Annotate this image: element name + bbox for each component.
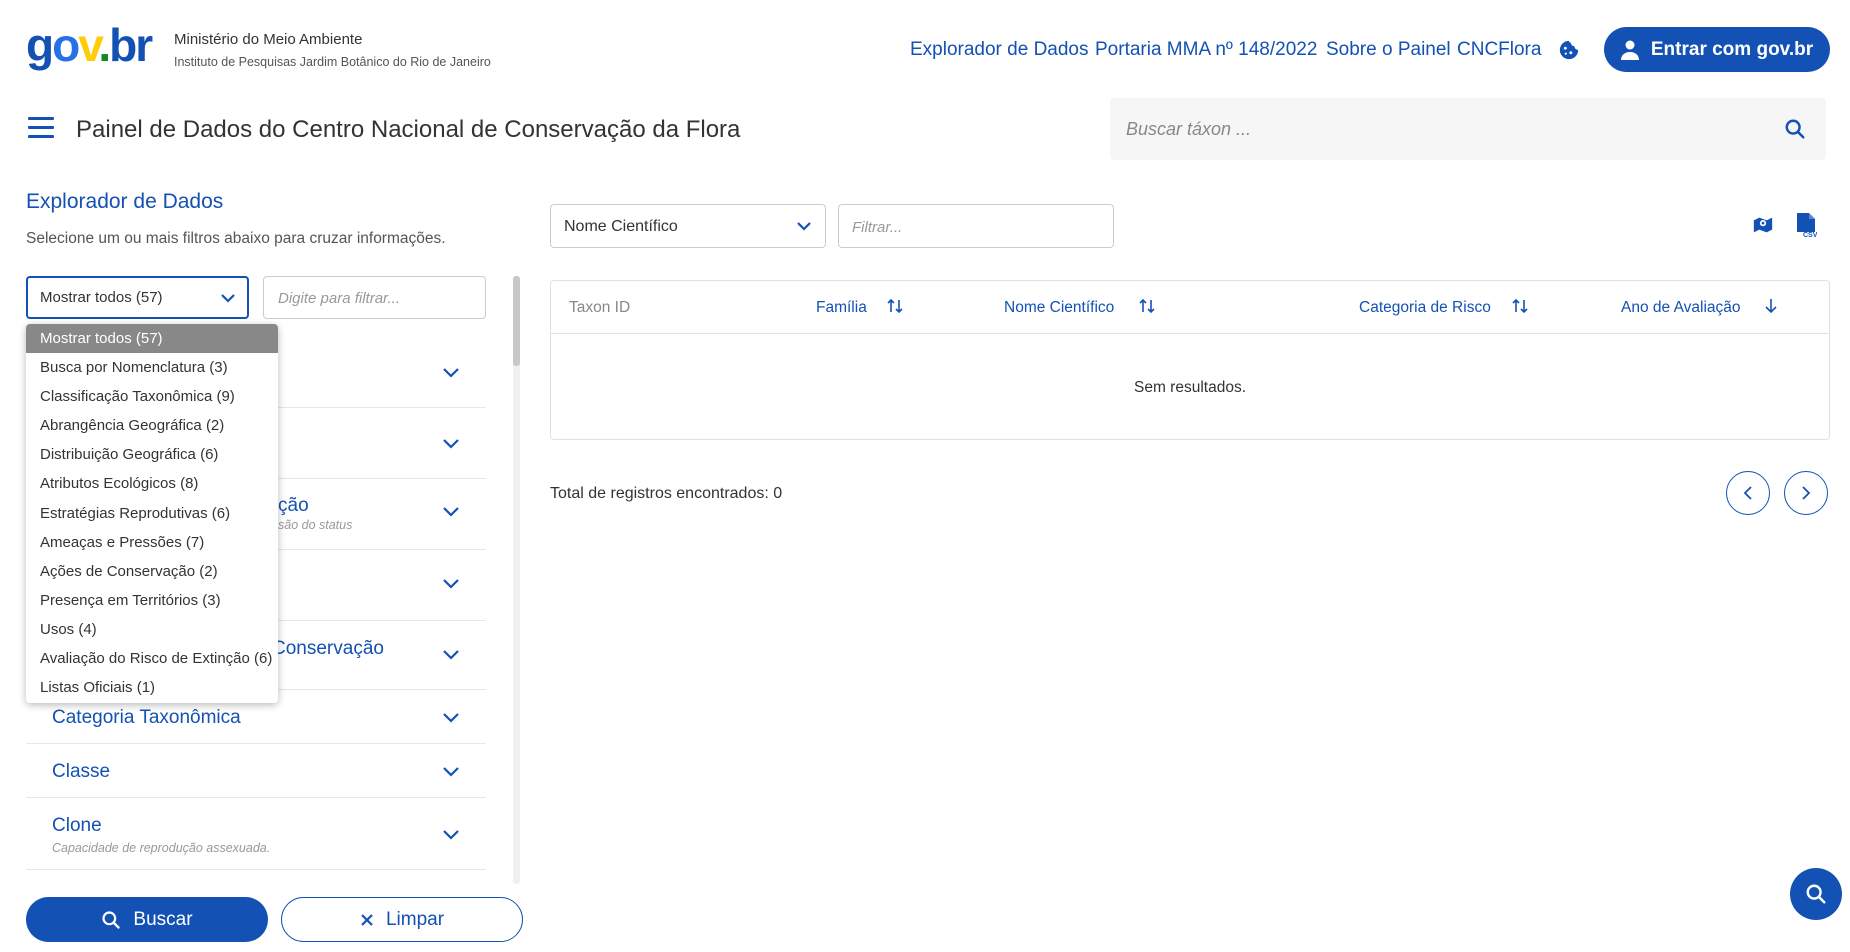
svg-text:CSV: CSV xyxy=(1803,232,1817,238)
close-icon xyxy=(361,913,373,926)
dropdown-option[interactable]: Busca por Nomenclatura (3) xyxy=(26,353,278,382)
user-icon xyxy=(1620,40,1639,60)
dropdown-option[interactable]: Presença em Territórios (3) xyxy=(26,586,278,615)
dropdown-option[interactable]: Estratégias Reprodutivas (6) xyxy=(26,499,278,528)
search-placeholder: Buscar táxon ... xyxy=(1126,119,1252,139)
dropdown-option[interactable]: Ações de Conservação (2) xyxy=(26,557,278,586)
results-filter-placeholder: Filtrar... xyxy=(852,219,903,236)
nav-link-sobre[interactable]: Sobre o Painel xyxy=(1326,39,1451,61)
dropdown-option[interactable]: Avaliação do Risco de Extinção (6) xyxy=(26,644,278,673)
chevron-down-icon xyxy=(221,294,235,303)
filter-group-value: Mostrar todos (57) xyxy=(40,289,163,306)
search-button-label: Buscar xyxy=(133,908,193,930)
nav-link-explorador[interactable]: Explorador de Dados xyxy=(910,39,1089,61)
nav-link-portaria[interactable]: Portaria MMA nº 148/2022 xyxy=(1095,39,1317,61)
total-records: Total de registros encontrados: 0 xyxy=(550,485,783,502)
clear-button-label: Limpar xyxy=(385,908,445,930)
clear-button[interactable]: Limpar xyxy=(281,897,523,942)
filter-placeholder: Digite para filtrar... xyxy=(278,290,400,307)
accordion-label: Conservação xyxy=(272,638,384,659)
org-subname: Instituto de Pesquisas Jardim Botânico d… xyxy=(174,55,491,69)
chevron-down-icon xyxy=(443,767,459,777)
prev-page-button[interactable] xyxy=(1726,471,1770,515)
chevron-down-icon xyxy=(797,222,811,231)
dropdown-option[interactable]: Distribuição Geográfica (6) xyxy=(26,440,278,469)
chevron-down-icon xyxy=(443,713,459,723)
taxon-search-input[interactable]: Buscar táxon ... xyxy=(1110,98,1826,160)
org-name: Ministério do Meio Ambiente xyxy=(174,31,363,48)
filter-text-input[interactable]: Digite para filtrar... xyxy=(263,276,486,319)
accordion-classe[interactable]: Classe xyxy=(26,744,486,798)
accordion-sublabel: Capacidade de reprodução assexuada. xyxy=(52,841,271,855)
filter-group-dropdown[interactable]: Mostrar todos (57) Busca por Nomenclatur… xyxy=(26,324,278,703)
dropdown-option[interactable]: Atributos Ecológicos (8) xyxy=(26,469,278,498)
dropdown-option[interactable]: Usos (4) xyxy=(26,615,278,644)
dropdown-option[interactable]: Mostrar todos (57) xyxy=(26,324,278,354)
next-page-button[interactable] xyxy=(1784,471,1828,515)
filters-scroll-thumb[interactable] xyxy=(513,276,520,366)
govbr-logo[interactable]: gov.br xyxy=(26,22,153,68)
sort-icon[interactable] xyxy=(1511,297,1529,315)
explorer-subtitle: Selecione um ou mais filtros abaixo para… xyxy=(26,230,446,247)
search-button[interactable]: Buscar xyxy=(26,897,268,942)
csv-export-icon[interactable]: CSV xyxy=(1795,212,1817,238)
nav-link-cncflora[interactable]: CNCFlora xyxy=(1457,39,1541,61)
table-header: Taxon ID Família Nome Científico Categor… xyxy=(551,281,1829,334)
page-title: Painel de Dados do Centro Nacional de Co… xyxy=(76,116,741,143)
chevron-down-icon xyxy=(443,439,459,449)
search-icon[interactable] xyxy=(1784,118,1806,140)
dropdown-option[interactable]: Classificação Taxonômica (9) xyxy=(26,382,278,411)
filter-group-select[interactable]: Mostrar todos (57) xyxy=(26,276,249,319)
floating-search-button[interactable] xyxy=(1790,868,1842,920)
filters-scroll-track[interactable] xyxy=(513,276,520,884)
chevron-down-icon xyxy=(443,507,459,517)
chevron-down-icon xyxy=(443,650,459,660)
search-icon xyxy=(102,910,121,929)
chevron-down-icon xyxy=(443,830,459,840)
menu-icon[interactable] xyxy=(28,117,54,139)
chevron-down-icon xyxy=(443,368,459,378)
sort-icon[interactable] xyxy=(1138,297,1156,315)
chevron-left-icon xyxy=(1743,486,1752,500)
sort-icon[interactable] xyxy=(886,297,904,315)
empty-message: Sem resultados. xyxy=(1134,379,1246,396)
dropdown-option[interactable]: Listas Oficiais (1) xyxy=(26,673,278,702)
column-ano-avaliacao[interactable]: Ano de Avaliação xyxy=(1621,299,1741,317)
search-icon xyxy=(1806,884,1826,904)
column-taxon-id: Taxon ID xyxy=(569,299,631,316)
cookie-icon[interactable] xyxy=(1558,39,1580,61)
dropdown-option[interactable]: Abrangência Geográfica (2) xyxy=(26,411,278,440)
column-select-value: Nome Científico xyxy=(564,218,678,235)
results-filter-input[interactable]: Filtrar... xyxy=(838,204,1114,248)
sort-desc-icon[interactable] xyxy=(1763,297,1779,315)
accordion-sublabel: são do status xyxy=(278,518,353,532)
chevron-down-icon xyxy=(443,579,459,589)
accordion-label: Clone xyxy=(52,815,102,836)
accordion-label: Classe xyxy=(52,761,111,782)
column-familia[interactable]: Família xyxy=(816,299,867,317)
results-table: Taxon ID Família Nome Científico Categor… xyxy=(550,280,1830,440)
column-select[interactable]: Nome Científico xyxy=(550,204,826,248)
map-export-icon[interactable] xyxy=(1752,214,1774,236)
login-label: Entrar com gov.br xyxy=(1650,38,1814,60)
chevron-right-icon xyxy=(1802,486,1811,500)
login-button[interactable]: Entrar com gov.br xyxy=(1604,27,1830,72)
explorer-title: Explorador de Dados xyxy=(26,190,224,213)
column-categoria-risco[interactable]: Categoria de Risco xyxy=(1359,299,1491,317)
top-header: gov.br Ministério do Meio Ambiente Insti… xyxy=(0,0,1850,100)
dropdown-option[interactable]: Ameaças e Pressões (7) xyxy=(26,528,278,557)
column-nome-cientifico[interactable]: Nome Científico xyxy=(1004,299,1114,317)
accordion-clone[interactable]: Clone Capacidade de reprodução assexuada… xyxy=(26,798,486,870)
accordion-label: Categoria Taxonômica xyxy=(52,707,241,728)
